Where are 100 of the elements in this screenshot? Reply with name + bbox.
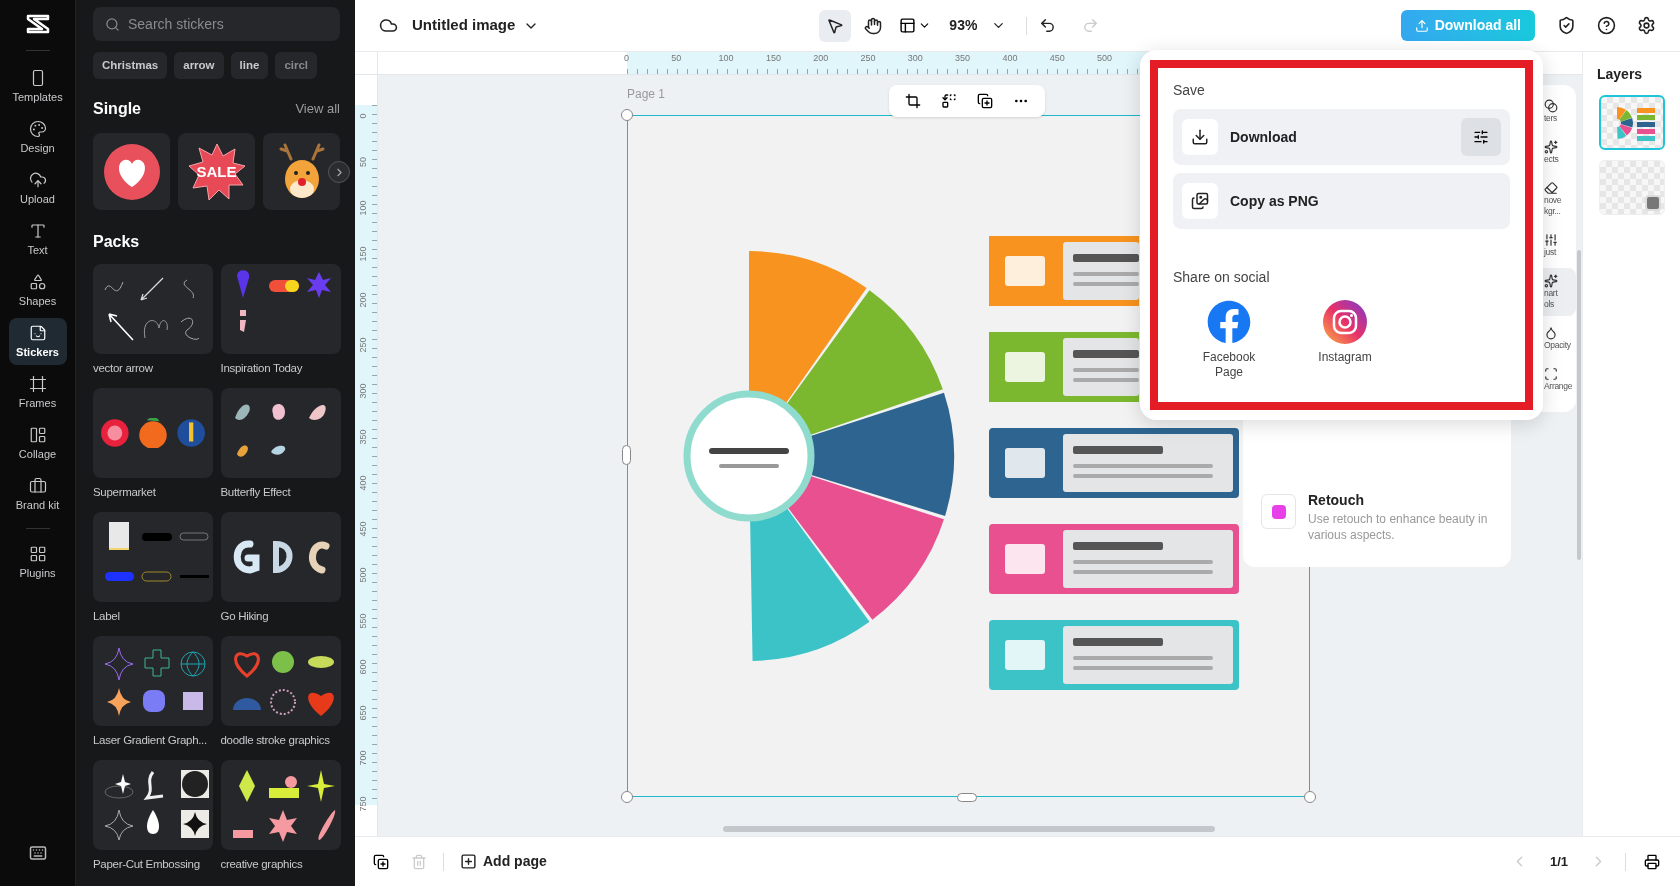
tool-item[interactable]: nart ols — [1541, 268, 1576, 316]
sticker-text: SALE — [196, 164, 237, 179]
add-page-icon — [460, 853, 477, 870]
document-title[interactable]: Untitled image — [412, 14, 540, 37]
ruler-number: 150 — [358, 246, 368, 262]
pointer-icon — [826, 16, 845, 35]
resize-handle[interactable] — [957, 793, 977, 802]
resize-handle[interactable] — [621, 109, 633, 121]
replace-icon[interactable] — [941, 93, 957, 109]
printer-icon[interactable] — [1644, 853, 1660, 870]
sticker-icon — [28, 324, 47, 342]
circles-icon — [1544, 99, 1558, 113]
settings-icon[interactable] — [1637, 16, 1656, 35]
tag-chip[interactable]: circl — [275, 52, 318, 79]
frame-icon — [28, 375, 47, 393]
resize-handle[interactable] — [622, 445, 631, 465]
pack-name: Label — [93, 609, 120, 624]
rail-item[interactable]: Frames — [8, 369, 67, 416]
upload-icon — [28, 171, 47, 189]
shapes-icon — [28, 273, 47, 291]
duplicate-icon[interactable] — [977, 93, 993, 109]
share-option[interactable]: Instagram — [1307, 300, 1383, 380]
rail-item[interactable]: Shapes — [8, 267, 67, 314]
sticker-pack-tile[interactable] — [220, 512, 341, 602]
pack-name: Paper-Cut Embossing — [93, 857, 200, 872]
add-page-button[interactable]: Add page — [460, 851, 547, 872]
ruler-number: 200 — [358, 292, 368, 308]
retouch-icon — [1261, 494, 1296, 529]
page-label: Page 1 — [627, 86, 666, 103]
sticker-tile[interactable] — [93, 133, 170, 210]
tool-item[interactable]: just — [1541, 227, 1576, 264]
search-input[interactable]: Search stickers — [128, 13, 328, 35]
retouch-item[interactable]: Retouch Use retouch to enhance beauty in various aspects. — [1261, 490, 1493, 543]
tag-chip[interactable]: line — [230, 52, 269, 79]
download-icon — [1191, 128, 1209, 146]
rail-item[interactable]: Text — [8, 216, 67, 263]
rail-item[interactable]: Templates — [8, 63, 67, 110]
ruler-number: 550 — [358, 613, 368, 629]
rail-item[interactable]: Collage — [8, 420, 67, 467]
tool-item[interactable]: ters — [1541, 93, 1576, 130]
sliders-icon — [1473, 129, 1489, 145]
shield-icon[interactable] — [1557, 16, 1576, 35]
pack-name: doodle stroke graphics — [220, 733, 330, 748]
duplicate-page-icon[interactable] — [373, 853, 389, 870]
sticker-pack-tile[interactable] — [93, 388, 213, 478]
pack-name: Laser Gradient Graph... — [93, 733, 207, 748]
ruler-number: 350 — [358, 429, 368, 445]
horizontal-scrollbar[interactable] — [723, 826, 1215, 832]
cloud-icon[interactable] — [379, 16, 398, 35]
sparkle-icon — [1544, 274, 1558, 288]
sliders-icon — [1544, 233, 1558, 247]
sparkle-icon — [1544, 140, 1558, 154]
view-all-link[interactable]: View all — [295, 99, 340, 119]
layer-thumbnail[interactable] — [1598, 95, 1665, 150]
tool-item[interactable]: ects — [1541, 134, 1576, 171]
rail-item[interactable]: Upload — [8, 165, 67, 212]
instagram-logo-icon — [1323, 300, 1367, 344]
share-option[interactable]: Facebook Page — [1191, 300, 1267, 380]
ruler-number: 750 — [358, 796, 368, 812]
tag-chip[interactable]: Christmas — [93, 52, 168, 79]
keyboard-icon[interactable] — [28, 844, 47, 862]
collage-icon — [28, 426, 47, 444]
tool-item[interactable]: nove kgr... — [1541, 175, 1576, 223]
search-field[interactable]: Search stickers — [93, 7, 340, 41]
download-settings-button[interactable] — [1461, 118, 1501, 156]
canvas-tool[interactable] — [819, 9, 852, 42]
layout-icon — [899, 17, 917, 34]
section-title: Packs — [93, 232, 141, 252]
pack-name: creative graphics — [220, 857, 303, 872]
sticker-tile[interactable]: SALE — [178, 133, 255, 210]
crop-icon[interactable] — [905, 93, 921, 109]
help-icon[interactable] — [1597, 16, 1616, 35]
pack-name: Butterfly Effect — [220, 485, 291, 500]
ruler-number: 100 — [358, 200, 368, 216]
undo-icon[interactable] — [1039, 17, 1057, 34]
search-icon — [105, 16, 120, 32]
rail-item[interactable]: Design — [8, 114, 67, 161]
background-icon — [1644, 195, 1661, 211]
arrange-icon — [1544, 367, 1558, 381]
resize-handle[interactable] — [1304, 791, 1316, 803]
text-icon — [28, 222, 47, 240]
ruler-number: 50 — [358, 156, 368, 167]
tool-item[interactable]: Arrange — [1541, 361, 1576, 398]
retouch-title: Retouch — [1308, 491, 1365, 510]
rail-item[interactable]: Stickers — [8, 318, 67, 365]
tool-item[interactable]: Opacity — [1541, 320, 1576, 357]
rail-item[interactable]: Brand kit — [8, 471, 67, 518]
droplet-icon — [1544, 326, 1558, 340]
rail-item[interactable]: Plugins — [8, 539, 67, 586]
zoom-dropdown[interactable]: 93% — [941, 9, 1015, 42]
ruler-number: 400 — [358, 475, 368, 491]
resize-handle[interactable] — [621, 791, 633, 803]
sticker-tile[interactable] — [263, 133, 340, 210]
vertical-scrollbar[interactable] — [1577, 250, 1581, 560]
ruler-number: 300 — [358, 383, 368, 399]
section-title: Single — [93, 99, 141, 119]
section-heading: Save — [1173, 81, 1206, 100]
next-button[interactable] — [328, 161, 350, 183]
tag-chip[interactable]: arrow — [174, 52, 224, 79]
images-icon — [1191, 192, 1209, 210]
